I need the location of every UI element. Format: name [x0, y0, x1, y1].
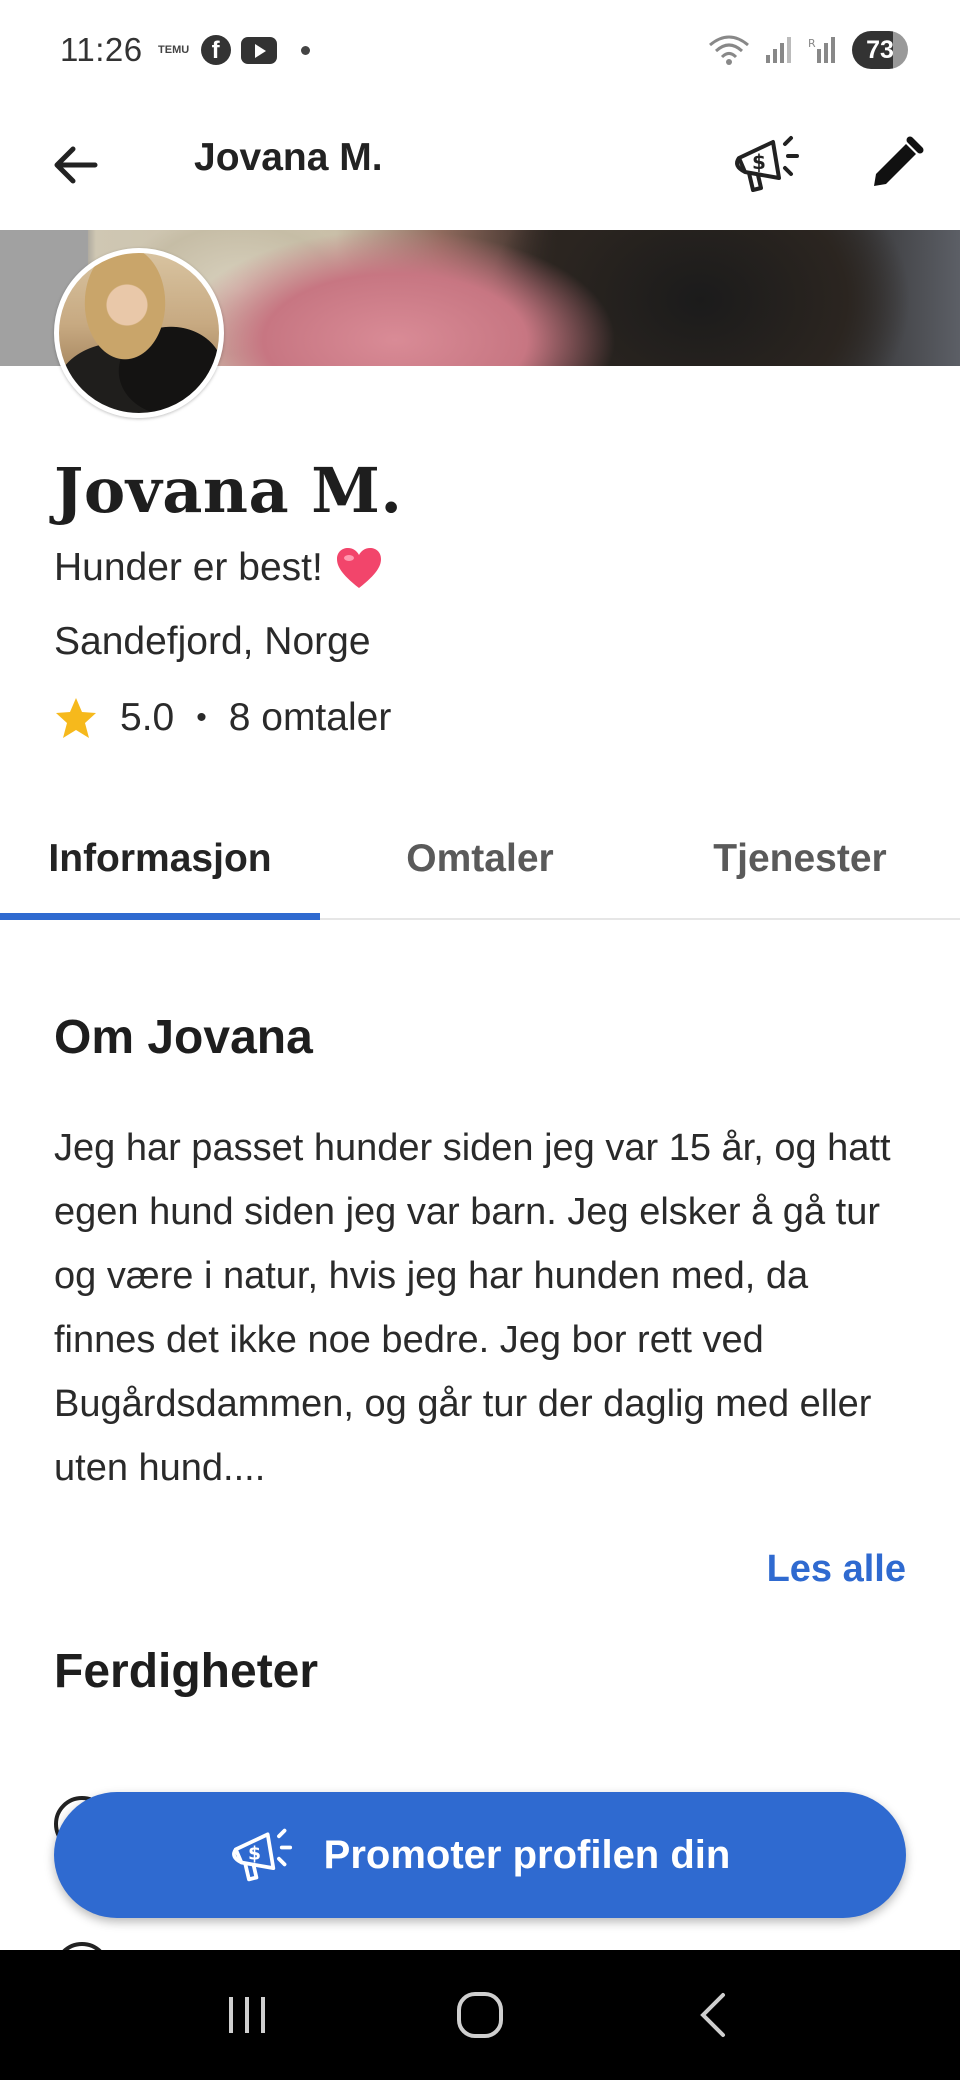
youtube-icon	[240, 36, 277, 64]
home-button[interactable]	[435, 1970, 525, 2060]
promote-profile-button[interactable]: $ Promoter profilen din	[54, 1792, 906, 1918]
app-bar-title: Jovana M.	[194, 136, 383, 179]
promote-profile-icon-button[interactable]: $	[726, 122, 810, 206]
svg-text:$: $	[248, 1844, 261, 1865]
profile-tagline-row: Hunder er best!	[54, 546, 383, 590]
svg-text:$: $	[752, 150, 766, 174]
signal-roaming-icon: R	[808, 37, 835, 63]
about-text: Jeg har passet hunder siden jeg var 15 å…	[54, 1127, 891, 1489]
megaphone-dollar-icon: $	[231, 1828, 292, 1882]
promote-profile-label: Promoter profilen din	[323, 1832, 731, 1877]
review-count: 8 omtaler	[228, 696, 392, 739]
heart-icon	[336, 548, 381, 588]
recent-apps-button[interactable]	[202, 1970, 292, 2060]
more-notifications-dot-icon	[300, 45, 310, 55]
rating-separator: •	[196, 701, 207, 734]
status-bar: 11:26 TEMU f R 73	[0, 0, 960, 100]
pencil-icon	[874, 136, 924, 186]
rating-value: 5.0	[120, 696, 175, 739]
back-arrow-icon	[54, 146, 98, 184]
back-button[interactable]	[40, 130, 110, 200]
skills-heading: Ferdigheter	[54, 1645, 319, 1698]
notification-icons: TEMU f	[157, 35, 310, 65]
facebook-icon: f	[200, 35, 231, 65]
read-all-link[interactable]: Les alle	[767, 1548, 906, 1591]
signal-icon	[766, 37, 791, 63]
tab-informasjon[interactable]: Informasjon	[0, 800, 320, 920]
profile-tagline: Hunder er best!	[54, 546, 323, 589]
rating-row[interactable]: 5.0 • 8 omtaler	[54, 694, 391, 742]
megaphone-dollar-icon: $	[735, 136, 799, 192]
back-chevron-icon	[700, 1993, 726, 2037]
system-back-button[interactable]	[668, 1970, 758, 2060]
profile-tabs: Informasjon Omtaler Tjenester	[0, 800, 960, 920]
about-heading: Om Jovana	[54, 1011, 313, 1064]
system-nav-bar	[0, 1950, 960, 2080]
battery-indicator: 73	[852, 31, 908, 69]
profile-name: Jovana M.	[54, 454, 403, 527]
recent-apps-icon	[228, 1997, 265, 2033]
edit-profile-button[interactable]	[856, 124, 936, 204]
tab-omtaler[interactable]: Omtaler	[320, 800, 640, 918]
temu-app-icon: TEMU	[158, 43, 190, 56]
status-time: 11:26	[60, 31, 143, 68]
svg-text:R: R	[808, 37, 816, 50]
profile-location: Sandefjord, Norge	[54, 620, 371, 663]
star-icon	[56, 698, 96, 738]
wifi-icon	[709, 35, 749, 65]
app-bar: Jovana M. $	[0, 100, 960, 230]
home-icon	[456, 1992, 503, 2038]
tab-tjenester[interactable]: Tjenester	[640, 800, 960, 918]
profile-avatar[interactable]	[54, 248, 224, 418]
system-icons: R 73	[708, 31, 908, 69]
